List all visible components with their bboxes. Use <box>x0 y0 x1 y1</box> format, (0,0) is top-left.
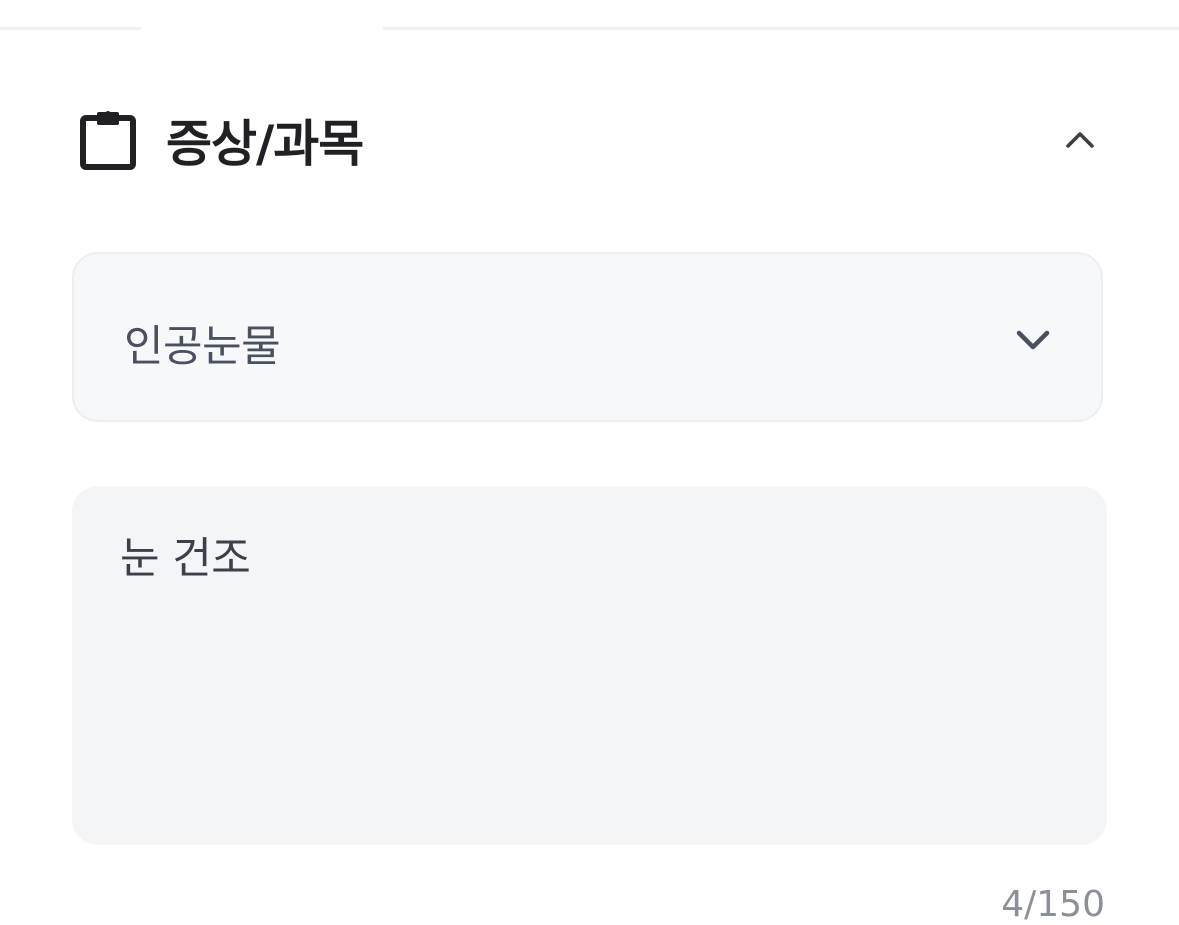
char-count-max: 150 <box>1036 884 1105 925</box>
collapse-button[interactable] <box>1060 120 1100 160</box>
top-divider <box>0 27 141 30</box>
char-count: 4 <box>1001 884 1025 925</box>
char-counter: 4/150 <box>1001 884 1105 925</box>
department-select[interactable]: 인공눈물 <box>72 252 1103 422</box>
top-divider <box>383 27 1179 30</box>
department-select-value: 인공눈물 <box>124 322 281 372</box>
char-count-separator: / <box>1024 884 1037 925</box>
symptom-textarea[interactable]: 눈 건조 <box>72 486 1107 845</box>
chevron-up-icon <box>1066 132 1094 148</box>
section-header: 증상/과목 <box>80 104 1100 176</box>
symptom-textarea-value: 눈 건조 <box>120 534 251 584</box>
symptom-department-panel: 증상/과목 인공눈물 눈 건조 4/150 <box>0 0 1179 925</box>
chevron-down-icon <box>1013 320 1053 360</box>
section-title: 증상/과목 <box>166 115 364 173</box>
clipboard-icon <box>80 107 136 173</box>
